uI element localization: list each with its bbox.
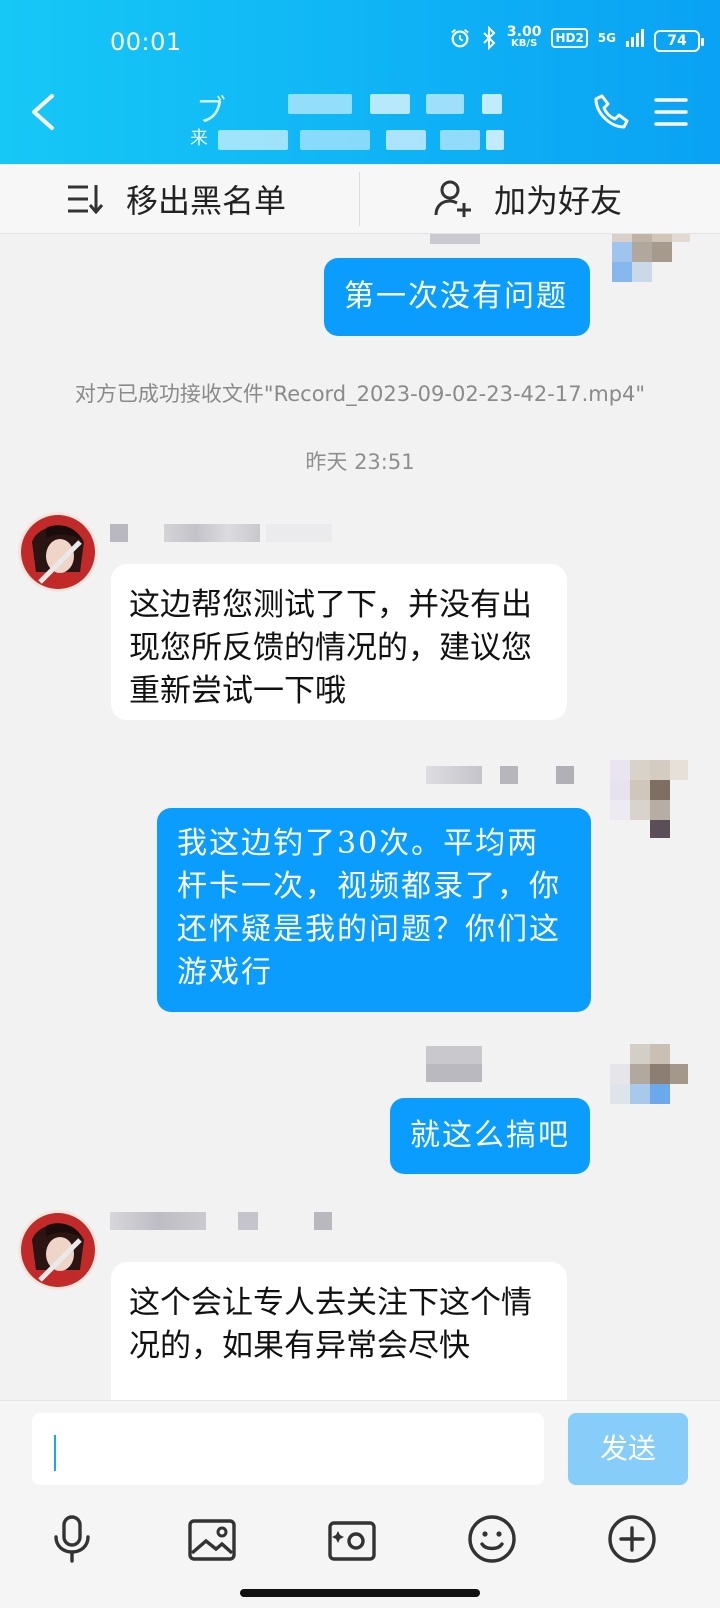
status-icons: 3.00 KB/S HD2 5G: [449, 24, 644, 50]
sender-name-blur: [500, 766, 518, 784]
chat-title[interactable]: ブ 来: [190, 86, 520, 156]
my-avatar[interactable]: [612, 234, 690, 300]
hd-badge: HD2: [551, 28, 588, 48]
remove-blacklist-label: 移出黑名单: [126, 182, 287, 220]
sender-name-blur: [426, 1046, 482, 1082]
message-bubble-in[interactable]: 这边帮您测试了下，并没有出现您所反馈的情况的，建议您重新尝试一下哦: [111, 564, 567, 720]
file-received-notice: 对方已成功接收文件"Record_2023-09-02-23-42-17.mp4…: [74, 382, 646, 406]
message-bubble-out[interactable]: 就这么搞吧: [390, 1098, 590, 1174]
subtitle-text: 来: [190, 128, 208, 149]
send-button[interactable]: 发送: [568, 1413, 688, 1485]
net-speed-value: 3.00: [506, 24, 542, 40]
sender-name-blur: [556, 766, 574, 784]
plus-icon[interactable]: [606, 1513, 658, 1565]
home-indicator[interactable]: [240, 1589, 480, 1597]
message-bubble-in[interactable]: 这个会让专人去关注下这个情况的，如果有异常会尽快: [111, 1262, 567, 1400]
net-speed: 3.00 KB/S: [506, 24, 542, 50]
contact-avatar[interactable]: [18, 512, 98, 592]
sender-name-blur: [430, 234, 480, 244]
phone-icon[interactable]: [592, 92, 632, 132]
menu-icon[interactable]: [654, 96, 688, 128]
message-list[interactable]: 第一次没有问题 对方已成功接收文件"Record_2023-09-02-23-4…: [0, 234, 720, 1400]
contact-avatar[interactable]: [18, 1210, 98, 1290]
net-speed-unit: KB/S: [511, 38, 538, 49]
image-icon[interactable]: [186, 1513, 238, 1565]
back-icon[interactable]: [24, 90, 64, 134]
sender-name-blur: [426, 766, 482, 784]
divider: [359, 172, 360, 226]
network-type: 5G: [597, 31, 616, 45]
my-avatar[interactable]: [610, 1044, 688, 1122]
add-friend-label: 加为好友: [494, 182, 623, 220]
camera-icon[interactable]: [326, 1513, 378, 1565]
battery-indicator: 74: [654, 30, 704, 52]
chat-header: 00:01 3.00 KB/S HD2 5G 74 ブ 来: [0, 0, 720, 164]
text-caret: [54, 1435, 56, 1471]
composer: 发送: [0, 1400, 720, 1608]
timestamp: 昨天 23:51: [305, 450, 415, 474]
action-bar: 移出黑名单 加为好友: [0, 164, 720, 234]
bluetooth-icon: [483, 26, 496, 50]
add-friend-icon: [434, 180, 471, 217]
message-bubble-out[interactable]: 我这边钓了30次。平均两杆卡一次，视频都录了，你还怀疑是我的问题？你们这游戏行: [157, 808, 591, 1012]
sender-name-blur: [164, 524, 260, 542]
remove-blacklist-button[interactable]: 移出黑名单: [66, 164, 286, 234]
sender-name-blur: [110, 524, 128, 542]
emoji-icon[interactable]: [466, 1513, 518, 1565]
add-friend-button[interactable]: 加为好友: [434, 164, 622, 234]
alarm-icon: [451, 29, 469, 48]
status-time: 00:01: [110, 28, 182, 56]
sender-name-blur: [314, 1212, 332, 1230]
signal-icon: [626, 29, 644, 47]
sender-name-blur: [238, 1212, 258, 1230]
sender-name-blur: [266, 524, 332, 542]
mic-icon[interactable]: [46, 1513, 98, 1565]
message-input[interactable]: [32, 1413, 544, 1485]
sender-name-blur: [110, 1212, 206, 1230]
message-bubble-out[interactable]: 第一次没有问题: [324, 258, 590, 336]
my-avatar[interactable]: [610, 760, 688, 838]
blacklist-icon: [68, 185, 104, 215]
